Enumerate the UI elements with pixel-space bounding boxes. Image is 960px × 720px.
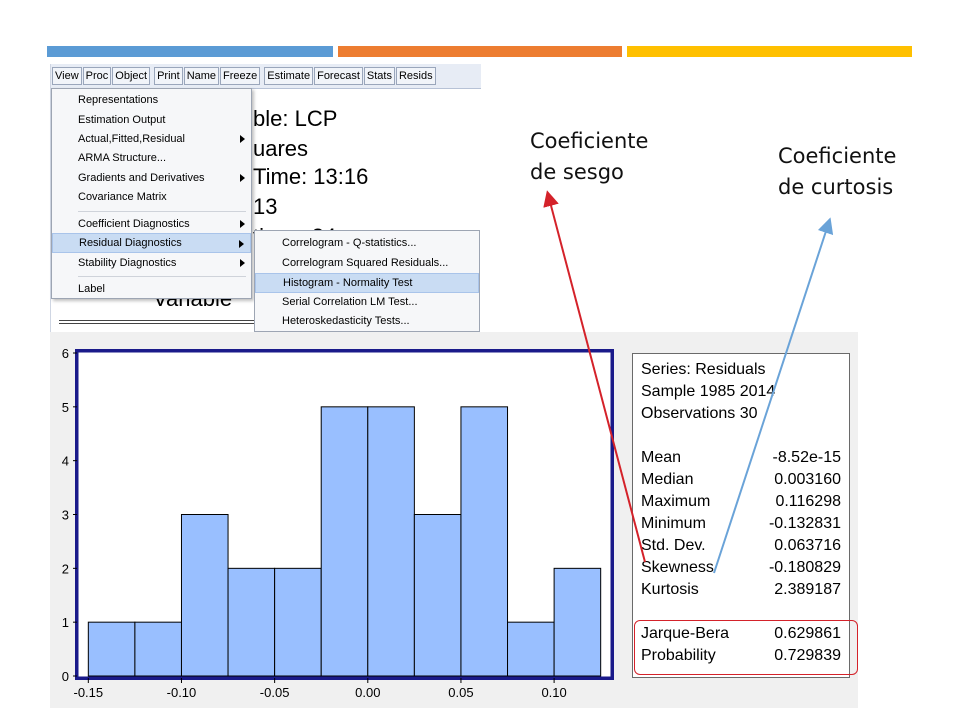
stats-observations: Observations 30 <box>641 405 758 422</box>
stat-label: Minimum <box>641 515 706 532</box>
stat-label: Median <box>641 471 694 488</box>
histogram-bar-5 <box>320 406 369 677</box>
stat-row-minimum: Minimum -0.132831 <box>641 513 841 535</box>
x-tick-label: -0.15 <box>73 685 103 700</box>
stat-label: Std. Dev. <box>641 537 706 554</box>
stats-sample: Sample 1985 2014 <box>641 383 776 400</box>
histogram-bar-2 <box>180 514 229 677</box>
stat-value: 0.116298 <box>775 493 841 510</box>
annotation-skewness-line1: Coeficiente <box>530 129 649 153</box>
y-tick-label: 1 <box>62 615 69 630</box>
stat-row-std-dev: Std. Dev. 0.063716 <box>641 535 841 557</box>
annotation-skewness: Coeficiente de sesgo <box>530 126 648 188</box>
stat-value: 0.063716 <box>774 537 841 554</box>
y-tick-label: 5 <box>62 400 69 415</box>
stat-label: Kurtosis <box>641 581 699 598</box>
stat-row-mean: Mean -8.52e-15 <box>641 447 841 469</box>
y-tick-label: 2 <box>62 561 69 576</box>
stat-row-kurtosis: Kurtosis 2.389187 <box>641 579 841 601</box>
stat-value: 2.389187 <box>774 581 841 598</box>
y-tick-label: 6 <box>62 346 69 361</box>
histogram-bar-3 <box>227 567 276 677</box>
stat-row-median: Median 0.003160 <box>641 469 841 491</box>
histogram-bar-6 <box>367 406 415 677</box>
histogram-bar-10 <box>553 567 602 677</box>
annotation-skewness-line2: de sesgo <box>530 160 624 184</box>
histogram-bar-1 <box>134 621 182 677</box>
stat-value: -0.180829 <box>768 559 841 576</box>
x-tick-label: -0.05 <box>260 685 290 700</box>
histogram-bar-8 <box>460 406 509 677</box>
annotation-kurtosis-line1: Coeficiente <box>778 144 897 168</box>
histogram-bar-9 <box>507 621 555 677</box>
stat-row-maximum: Maximum 0.116298 <box>641 491 841 513</box>
stats-series-name: Series: Residuals <box>641 361 766 378</box>
histogram-bar-0 <box>87 621 136 677</box>
jarque-bera-highlight-box <box>634 620 858 675</box>
y-tick-label: 4 <box>62 454 69 469</box>
x-tick-label: 0.10 <box>541 685 566 700</box>
stat-label: Mean <box>641 449 682 466</box>
y-tick-label: 0 <box>62 669 69 684</box>
y-tick-label: 3 <box>62 508 69 523</box>
stat-row-skewness: Skewness -0.180829 <box>641 557 841 579</box>
x-tick-label: 0.00 <box>355 685 380 700</box>
annotation-kurtosis: Coeficiente de curtosis <box>778 141 896 203</box>
stat-value: -8.52e-15 <box>772 449 842 466</box>
annotation-kurtosis-line2: de curtosis <box>778 175 894 199</box>
stat-label: Maximum <box>641 493 711 510</box>
x-axis-ticks: -0.15 -0.10 -0.05 0.00 0.05 0.10 <box>73 678 567 700</box>
histogram-bar-7 <box>413 514 462 677</box>
x-tick-label: 0.05 <box>448 685 473 700</box>
x-tick-label: -0.10 <box>167 685 197 700</box>
histogram-bar-4 <box>274 567 322 677</box>
y-axis-ticks: 0 1 2 3 4 5 6 <box>62 346 77 684</box>
stat-label: Skewness <box>641 559 714 576</box>
stat-value: -0.132831 <box>768 515 841 532</box>
stat-value: 0.003160 <box>774 471 841 488</box>
